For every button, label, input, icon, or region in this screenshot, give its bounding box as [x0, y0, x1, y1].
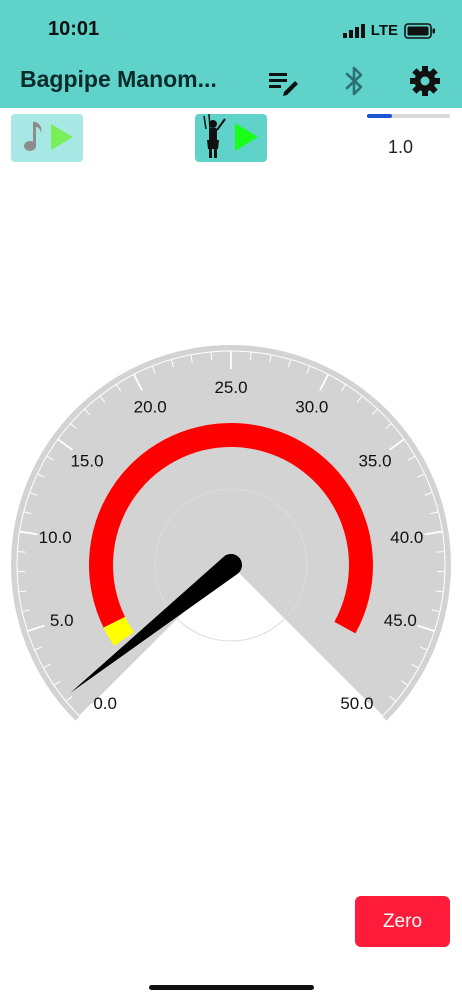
piper-play-button[interactable] [195, 113, 267, 162]
piper-play-icons [203, 113, 258, 158]
tone-play-button[interactable] [11, 114, 83, 162]
zero-button[interactable]: Zero [355, 896, 450, 947]
play-icon [51, 124, 73, 150]
slider-fill [367, 114, 392, 118]
minor-tick [436, 551, 445, 553]
volume-slider[interactable] [367, 114, 450, 118]
app-header: 10:01 LTE Bagpipe Manom... [0, 0, 462, 108]
status-indicators: LTE [342, 22, 436, 39]
status-time: 10:01 [48, 18, 100, 40]
network-label: LTE [370, 22, 398, 39]
play-icon [235, 123, 258, 151]
tone-play-icons [24, 122, 73, 151]
app-title: Bagpipe Manom... [20, 66, 217, 92]
battery-icon [404, 22, 435, 39]
gauge-face [10, 345, 451, 721]
music-note-icon [24, 122, 42, 151]
tick-label: 20.0 [134, 397, 167, 416]
edit-list-icon[interactable] [266, 64, 300, 98]
tick-label: 25.0 [214, 378, 247, 397]
tick-label: 30.0 [295, 397, 328, 416]
bluetooth-icon[interactable] [337, 64, 371, 98]
home-indicator [149, 985, 314, 990]
pressure-gauge: 0.0 5.0 10.0 15.0 20.0 25.0 30.0 35.0 40.0 45.0 50… [10, 345, 451, 721]
signal-icon [342, 23, 365, 38]
tick-label: 5.0 [50, 611, 74, 630]
tick-label: 15.0 [70, 451, 103, 470]
tick-label: 35.0 [358, 451, 391, 470]
tick-label: 0.0 [93, 694, 117, 713]
tick-label: 50.0 [340, 694, 373, 713]
minor-tick [17, 551, 26, 553]
slider-value: 1.0 [388, 137, 414, 157]
tick-label: 10.0 [39, 528, 72, 547]
piper-icon [203, 113, 226, 158]
tick-label: 40.0 [390, 528, 423, 547]
tick-label: 45.0 [384, 611, 417, 630]
gear-icon[interactable] [408, 64, 442, 98]
